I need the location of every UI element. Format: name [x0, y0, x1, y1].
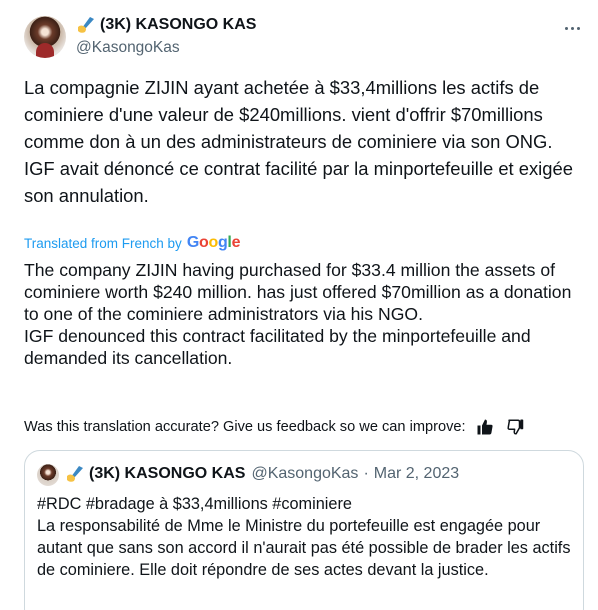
thumbs-down-icon[interactable] [504, 416, 526, 438]
quoted-date: Mar 2, 2023 [373, 465, 460, 482]
translated-from-link[interactable]: Translated from French by Google [24, 234, 240, 252]
feedback-question: Was this translation accurate? Give us f… [24, 419, 466, 435]
tweet-text: La compagnie ZIJIN ayant achetée à $33,4… [24, 77, 573, 206]
google-logo: Google [186, 234, 241, 251]
writing-hand-icon [78, 17, 94, 33]
author-name-row[interactable]: (3K) KASONGO KAS [76, 16, 256, 34]
quoted-header: (3K) KASONGO KAS @KasongoKas · Mar 2, 20… [65, 465, 459, 483]
separator-dot: · [363, 465, 369, 482]
translation-feedback: Was this translation accurate? Give us f… [24, 416, 584, 438]
quoted-author-name: (3K) KASONGO KAS [89, 465, 246, 482]
tweet-header: (3K) KASONGO KAS @KasongoKas [24, 12, 584, 64]
quoted-name-row: (3K) KASONGO KAS [65, 465, 245, 483]
author-handle[interactable]: @KasongoKas [76, 39, 180, 57]
writing-hand-icon [67, 466, 83, 482]
translation-text: The company ZIJIN having purchased for $… [24, 260, 572, 368]
quoted-tweet[interactable]: (3K) KASONGO KAS @KasongoKas · Mar 2, 20… [24, 450, 584, 610]
quoted-text: #RDC #bradage à $33,4millions #cominiere… [37, 495, 571, 579]
author-name: (3K) KASONGO KAS [100, 16, 257, 33]
thumbs-up-icon[interactable] [474, 416, 496, 438]
quoted-avatar [37, 464, 59, 486]
translated-label: Translated from French by [24, 235, 182, 251]
quoted-author-handle: @KasongoKas [251, 465, 359, 482]
avatar[interactable] [24, 16, 66, 58]
more-icon[interactable] [560, 18, 584, 38]
